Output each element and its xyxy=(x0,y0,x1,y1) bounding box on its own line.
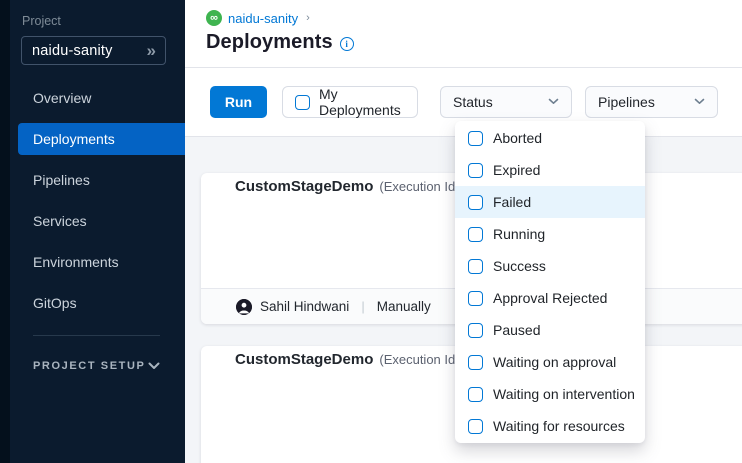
author-name: Sahil Hindwani xyxy=(260,299,349,314)
checkbox-expired[interactable] xyxy=(468,163,483,178)
menu-item-label: Waiting on approval xyxy=(493,354,616,370)
menu-item-running[interactable]: Running xyxy=(455,218,645,250)
sidebar-item-pipelines[interactable]: Pipelines xyxy=(18,164,185,196)
info-icon[interactable]: i xyxy=(340,37,354,51)
status-filter-menu: Aborted Expired Failed Running Success A… xyxy=(455,121,645,443)
checkbox-approval-rejected[interactable] xyxy=(468,291,483,306)
menu-item-label: Expired xyxy=(493,162,540,178)
menu-item-paused[interactable]: Paused xyxy=(455,314,645,346)
checkbox-success[interactable] xyxy=(468,259,483,274)
menu-item-expired[interactable]: Expired xyxy=(455,154,645,186)
menu-item-label: Waiting on intervention xyxy=(493,386,635,402)
module-nav-strip xyxy=(0,0,10,463)
sidebar-item-deployments[interactable]: Deployments xyxy=(18,123,185,155)
menu-item-label: Failed xyxy=(493,194,531,210)
status-filter-dropdown[interactable]: Status xyxy=(440,86,572,118)
double-chevron-icon: » xyxy=(147,42,156,59)
menu-item-waiting-for-resources[interactable]: Waiting for resources xyxy=(455,410,645,442)
checkbox-waiting-on-intervention[interactable] xyxy=(468,387,483,402)
menu-item-label: Aborted xyxy=(493,130,542,146)
project-selector[interactable]: naidu-sanity » xyxy=(21,36,166,65)
menu-item-label: Paused xyxy=(493,322,540,338)
sidebar-item-label: Pipelines xyxy=(33,172,90,188)
sidebar-item-environments[interactable]: Environments xyxy=(18,246,185,278)
page-title: Deployments xyxy=(206,31,333,54)
sidebar-nav: Overview Deployments Pipelines Services … xyxy=(10,82,185,319)
project-setup-label: PROJECT SETUP xyxy=(33,360,146,372)
menu-item-waiting-on-approval[interactable]: Waiting on approval xyxy=(455,346,645,378)
menu-item-label: Approval Rejected xyxy=(493,290,607,306)
breadcrumb: ∞ naidu-sanity › xyxy=(206,10,742,26)
chevron-down-icon xyxy=(548,92,559,110)
sidebar-item-services[interactable]: Services xyxy=(18,205,185,237)
menu-item-approval-rejected[interactable]: Approval Rejected xyxy=(455,282,645,314)
page-header: ∞ naidu-sanity › Deployments i xyxy=(185,0,742,68)
footer-separator: | xyxy=(361,299,364,314)
sidebar-item-label: Environments xyxy=(33,254,119,270)
chevron-down-icon xyxy=(148,357,160,375)
project-label: Project xyxy=(22,14,185,28)
menu-item-aborted[interactable]: Aborted xyxy=(455,122,645,154)
pipelines-filter-label: Pipelines xyxy=(598,94,655,110)
my-deployments-filter[interactable]: My Deployments xyxy=(282,86,418,118)
menu-item-waiting-on-intervention[interactable]: Waiting on intervention xyxy=(455,378,645,410)
sidebar: Project naidu-sanity » Overview Deployme… xyxy=(10,0,185,463)
project-setup-section[interactable]: PROJECT SETUP xyxy=(33,357,160,375)
sidebar-item-label: GitOps xyxy=(33,295,77,311)
menu-item-failed[interactable]: Failed xyxy=(455,186,645,218)
checkbox-waiting-for-resources[interactable] xyxy=(468,419,483,434)
menu-item-label: Success xyxy=(493,258,546,274)
execution-id-text: (Execution Id xyxy=(379,179,455,194)
run-button[interactable]: Run xyxy=(210,86,267,118)
sidebar-item-gitops[interactable]: GitOps xyxy=(18,287,185,319)
breadcrumb-project-link[interactable]: naidu-sanity xyxy=(228,11,298,26)
checkbox-failed[interactable] xyxy=(468,195,483,210)
checkbox-waiting-on-approval[interactable] xyxy=(468,355,483,370)
sidebar-item-label: Overview xyxy=(33,90,91,106)
pipelines-filter-dropdown[interactable]: Pipelines xyxy=(585,86,718,118)
sidebar-item-label: Deployments xyxy=(33,131,115,147)
project-selector-value: naidu-sanity xyxy=(32,43,113,59)
sidebar-item-overview[interactable]: Overview xyxy=(18,82,185,114)
app-window: Project naidu-sanity » Overview Deployme… xyxy=(0,0,742,463)
pipeline-name[interactable]: CustomStageDemo xyxy=(235,351,373,368)
cd-module-icon: ∞ xyxy=(206,10,222,26)
avatar-icon xyxy=(236,299,252,315)
sidebar-divider xyxy=(33,335,160,336)
checkbox-paused[interactable] xyxy=(468,323,483,338)
menu-item-success[interactable]: Success xyxy=(455,250,645,282)
sidebar-item-label: Services xyxy=(33,213,87,229)
my-deployments-checkbox[interactable] xyxy=(295,95,310,110)
chevron-down-icon xyxy=(694,92,705,110)
menu-item-label: Running xyxy=(493,226,545,242)
my-deployments-label: My Deployments xyxy=(319,86,405,118)
breadcrumb-chevron-icon: › xyxy=(306,12,310,24)
pipeline-name[interactable]: CustomStageDemo xyxy=(235,178,373,195)
checkbox-running[interactable] xyxy=(468,227,483,242)
execution-id-text: (Execution Id xyxy=(379,352,455,367)
menu-item-label: Waiting for resources xyxy=(493,418,625,434)
trigger-type: Manually xyxy=(377,299,431,314)
status-filter-label: Status xyxy=(453,94,493,110)
checkbox-aborted[interactable] xyxy=(468,131,483,146)
